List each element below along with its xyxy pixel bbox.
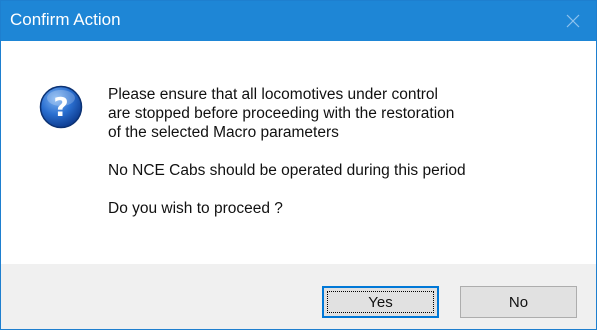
yes-button-label: es [376,293,393,311]
message-text: Please ensure that all locomotives under… [108,85,578,218]
close-icon [566,14,580,28]
yes-button-mnemonic: Y [368,293,377,311]
message-line: Do you wish to proceed ? [108,200,283,217]
dialog-body: ? Please ensure that all locomotives und… [1,41,596,264]
close-button[interactable] [550,1,596,41]
title-bar[interactable]: Confirm Action [1,1,596,41]
message-line: Please ensure that all locomotives under… [108,86,438,103]
yes-button[interactable]: Yes [322,286,439,318]
no-button[interactable]: No [460,286,577,318]
no-button-mnemonic: N [508,293,520,311]
window-title: Confirm Action [10,10,121,29]
confirm-dialog: Confirm Action ? Please ensure that all … [0,0,597,330]
svg-text:?: ? [53,93,68,123]
question-icon: ? [39,85,83,129]
button-bar: Yes No [1,264,596,329]
no-button-label: o [519,293,529,311]
message-line: are stopped before proceeding with the r… [108,105,455,122]
message-line: No NCE Cabs should be operated during th… [108,162,466,179]
message-line: of the selected Macro parameters [108,124,339,141]
